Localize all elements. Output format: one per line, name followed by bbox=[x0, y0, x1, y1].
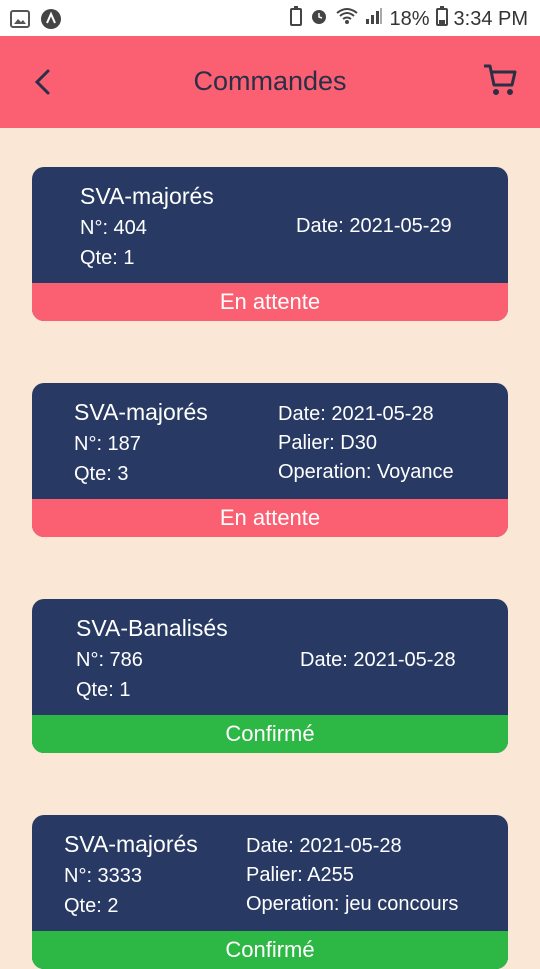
order-number: N°: 187 bbox=[74, 433, 141, 455]
system-icons: 18% 3:34 PM bbox=[289, 6, 528, 32]
status-badge: Confirmé bbox=[32, 931, 508, 969]
app-bar: Commandes bbox=[0, 36, 540, 128]
order-date: Date: 2021-05-29 bbox=[296, 215, 452, 237]
order-date: Date: 2021-05-28 bbox=[278, 403, 434, 425]
order-palier: Palier: A255 bbox=[246, 864, 354, 886]
order-name: SVA-majorés bbox=[64, 831, 198, 857]
order-operation: Operation: Voyance bbox=[278, 461, 454, 483]
order-number: N°: 404 bbox=[80, 217, 147, 239]
order-date: Date: 2021-05-28 bbox=[300, 649, 456, 671]
order-card[interactable]: SVA-majorés N°: 3333 Qte: 2 Date: 2021-0… bbox=[32, 815, 508, 969]
status-badge: Confirmé bbox=[32, 715, 508, 753]
app-logo-icon bbox=[40, 8, 62, 35]
alarm-icon bbox=[309, 6, 329, 32]
signal-icon bbox=[365, 7, 383, 31]
order-name: SVA-majorés bbox=[80, 183, 214, 209]
cart-button[interactable] bbox=[480, 60, 520, 100]
battery-icon bbox=[435, 6, 448, 32]
order-operation: Operation: jeu concours bbox=[246, 893, 459, 915]
order-card[interactable]: SVA-majorés N°: 187 Qte: 3 Date: 2021-05… bbox=[32, 383, 508, 537]
order-number: N°: 786 bbox=[76, 649, 143, 671]
clock: 3:34 PM bbox=[453, 7, 528, 30]
status-bar: 18% 3:34 PM bbox=[0, 0, 540, 36]
order-qty: Qte: 2 bbox=[64, 895, 119, 917]
notification-icons bbox=[10, 8, 62, 35]
status-badge: En attente bbox=[32, 499, 508, 537]
cart-icon bbox=[484, 64, 517, 95]
battery-percentage: 18% bbox=[389, 7, 430, 30]
order-card-body: SVA-majorés N°: 404 Qte: 1 Date: 2021-05… bbox=[32, 167, 508, 283]
wifi-icon bbox=[335, 7, 359, 31]
battery-saver-icon bbox=[289, 6, 303, 32]
order-card-body: SVA-majorés N°: 3333 Qte: 2 Date: 2021-0… bbox=[32, 815, 508, 931]
order-name: SVA-majorés bbox=[74, 399, 208, 425]
image-icon bbox=[10, 10, 30, 33]
order-name: SVA-Banalisés bbox=[76, 615, 228, 641]
order-card-body: SVA-Banalisés N°: 786 Qte: 1 Date: 2021-… bbox=[32, 599, 508, 715]
order-number: N°: 3333 bbox=[64, 865, 143, 887]
order-card-body: SVA-majorés N°: 187 Qte: 3 Date: 2021-05… bbox=[32, 383, 508, 499]
order-card[interactable]: SVA-majorés N°: 404 Qte: 1 Date: 2021-05… bbox=[32, 167, 508, 321]
order-palier: Palier: D30 bbox=[278, 432, 377, 454]
page-title: Commandes bbox=[193, 66, 347, 96]
order-card[interactable]: SVA-Banalisés N°: 786 Qte: 1 Date: 2021-… bbox=[32, 599, 508, 753]
order-qty: Qte: 1 bbox=[76, 679, 131, 701]
order-date: Date: 2021-05-28 bbox=[246, 835, 402, 857]
order-qty: Qte: 3 bbox=[74, 463, 129, 485]
status-badge: En attente bbox=[32, 283, 508, 321]
order-qty: Qte: 1 bbox=[80, 247, 135, 269]
